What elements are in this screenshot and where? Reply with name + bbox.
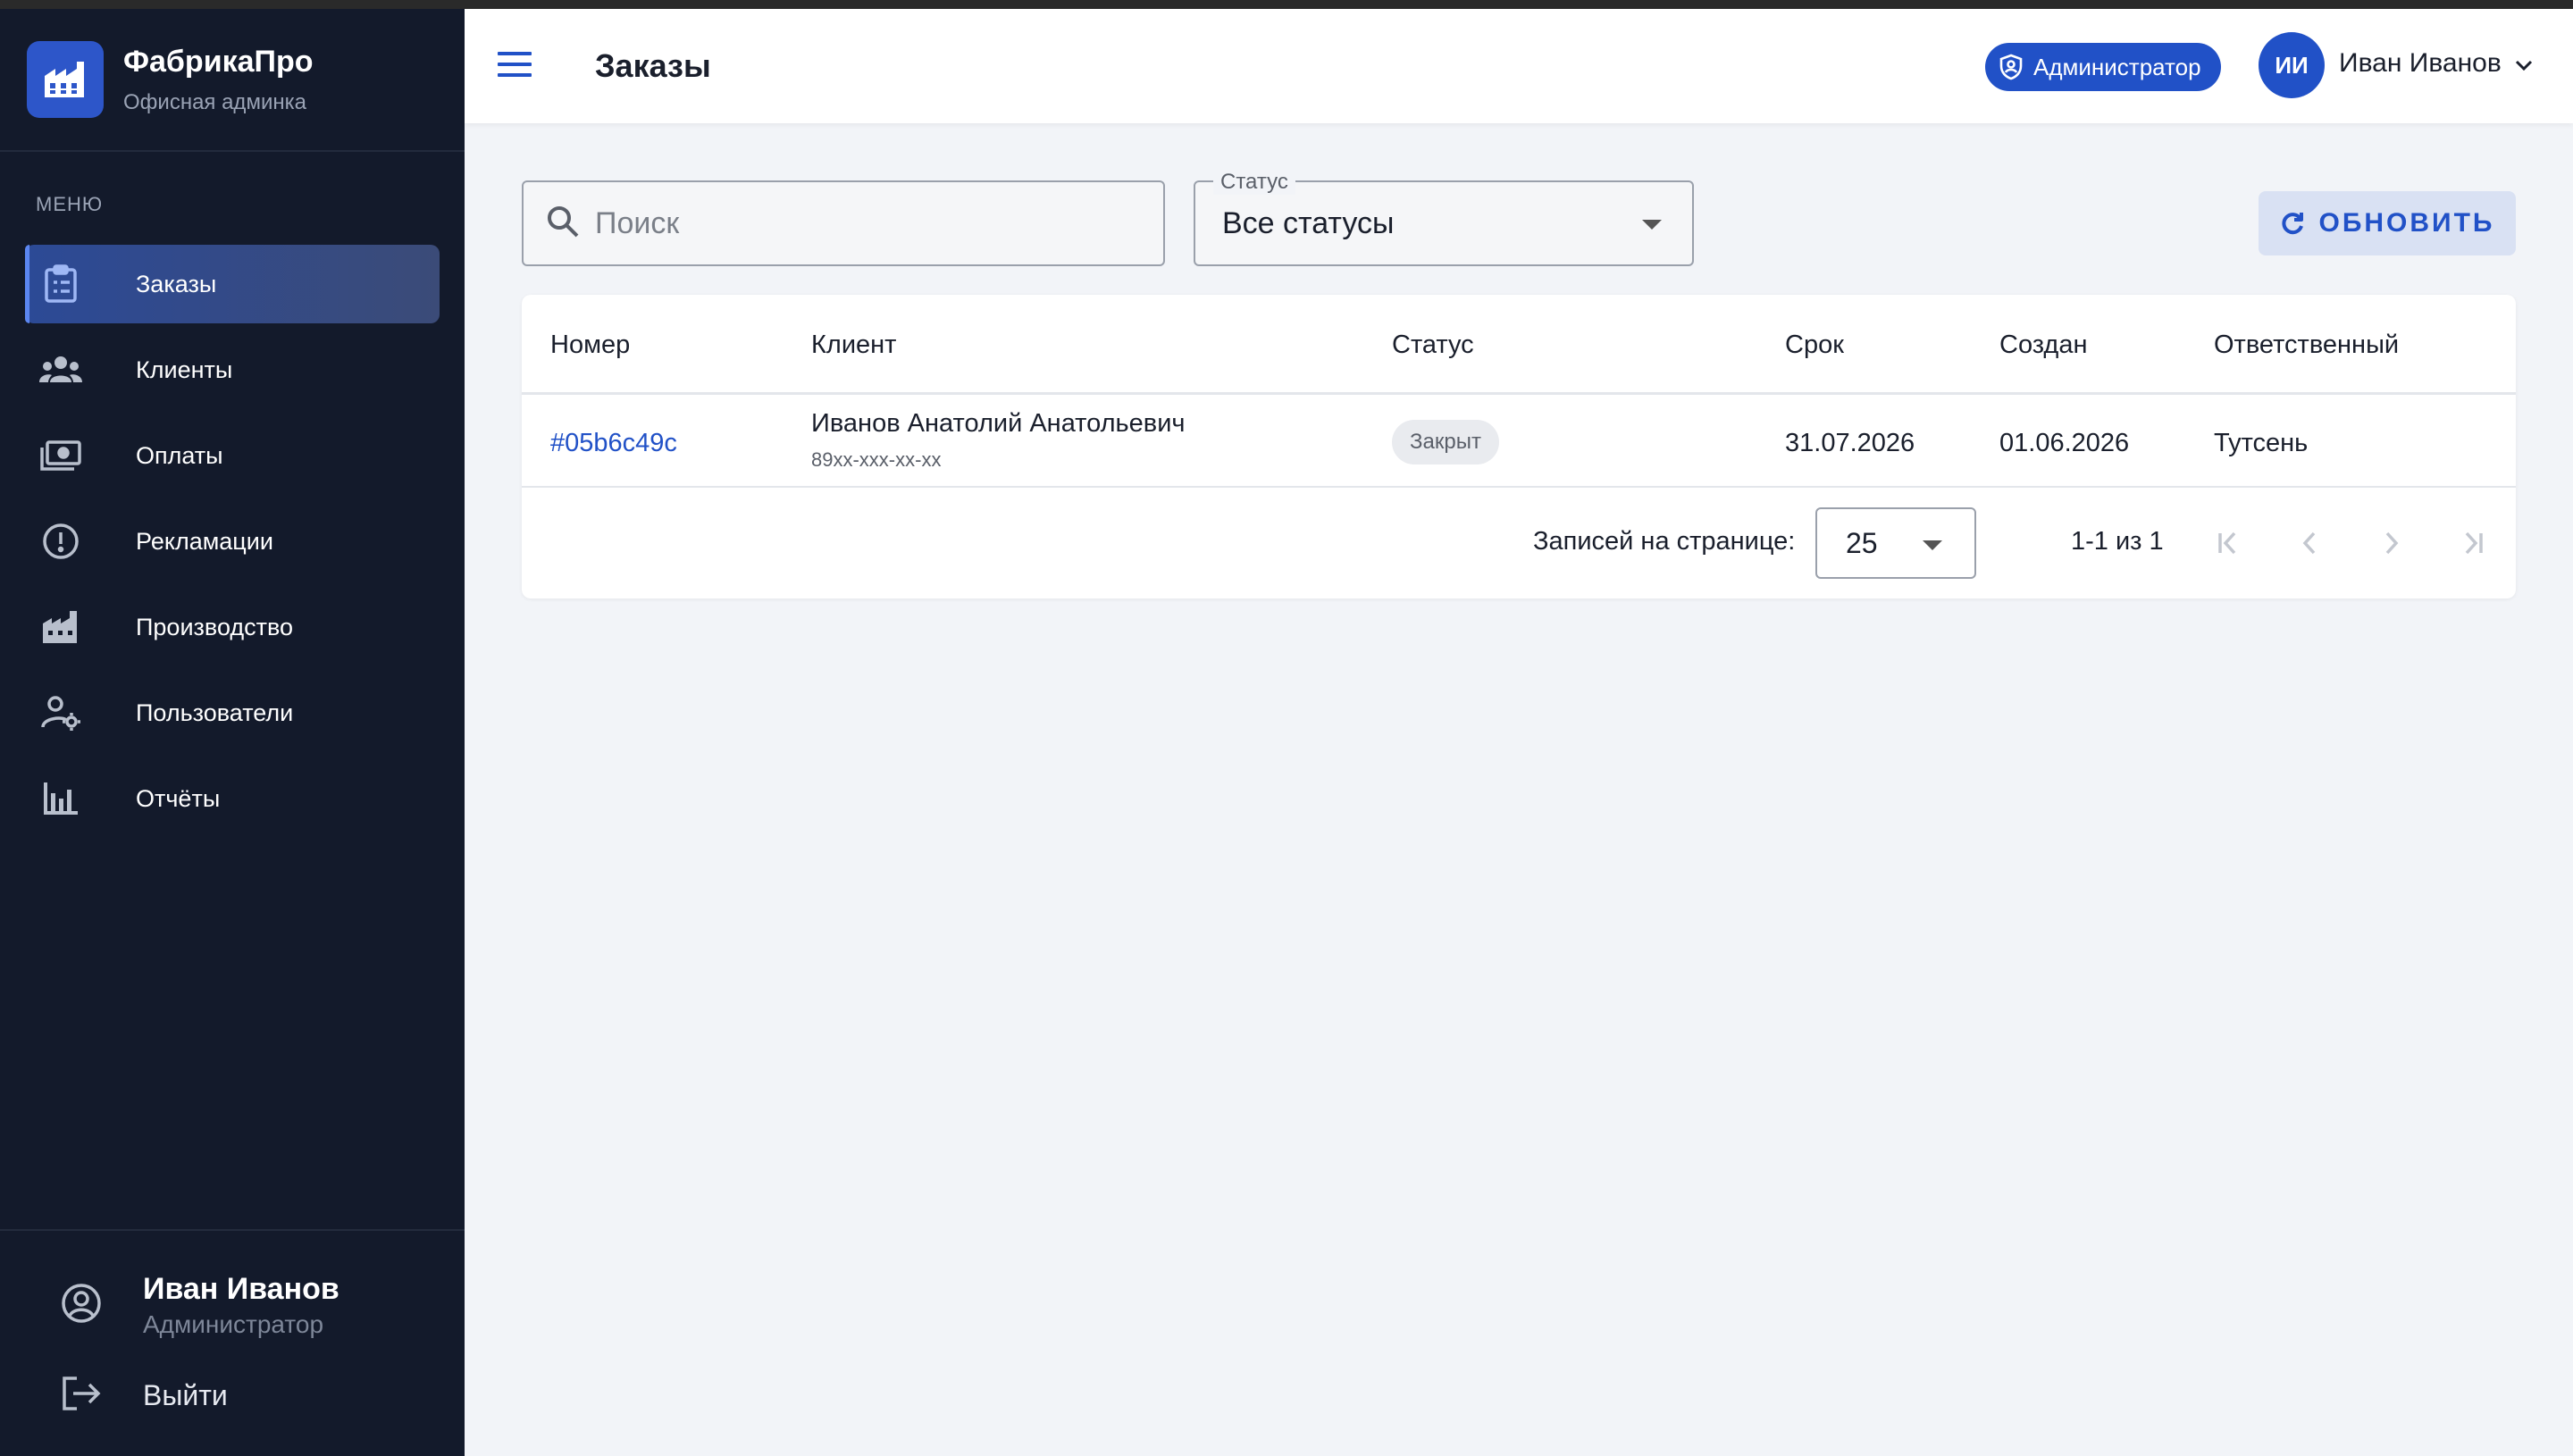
factory-icon xyxy=(27,41,104,118)
refresh-button[interactable]: ОБНОВИТЬ xyxy=(2259,191,2516,255)
sidebar-item-label: Отчёты xyxy=(136,784,221,812)
sidebar-item-claims[interactable]: Рекламации xyxy=(25,502,440,581)
sidebar-item-users[interactable]: Пользователи xyxy=(25,674,440,752)
sidebar: ФабрикаПро Офисная админка МЕНЮ Заказы К… xyxy=(0,9,465,1456)
user-settings-icon xyxy=(38,690,84,736)
search-input[interactable] xyxy=(595,205,1131,241)
logout-label: Выйти xyxy=(143,1379,228,1411)
rows-per-page-label: Записей на странице: xyxy=(1533,527,1796,556)
column-header-due[interactable]: Срок xyxy=(1785,331,1844,360)
sidebar-nav: Заказы Клиенты Оплаты Рекламации Произво… xyxy=(0,245,465,838)
sidebar-user-name: Иван Иванов xyxy=(143,1272,339,1306)
chevron-left-icon xyxy=(2302,531,2316,555)
brand[interactable]: ФабрикаПро Офисная админка xyxy=(0,9,465,152)
hamburger-icon xyxy=(498,51,532,81)
first-page-button[interactable] xyxy=(2207,522,2250,565)
last-page-icon xyxy=(2465,531,2483,555)
bar-chart-icon xyxy=(38,775,84,822)
table-header: Номер Клиент Статус Срок Создан Ответств… xyxy=(522,295,2516,395)
pagination: Записей на странице: 25 1-1 из 1 xyxy=(522,488,2516,595)
next-page-button[interactable] xyxy=(2369,522,2412,565)
sidebar-item-orders[interactable]: Заказы xyxy=(25,245,440,323)
due-date: 31.07.2026 xyxy=(1785,429,1915,457)
search-icon xyxy=(545,204,581,244)
sidebar-user-role: Администратор xyxy=(143,1310,324,1338)
status-filter-select[interactable]: Статус Все статусы xyxy=(1194,170,1694,266)
sidebar-item-label: Производство xyxy=(136,613,294,640)
brand-subtitle: Офисная админка xyxy=(123,89,306,114)
column-header-client[interactable]: Клиент xyxy=(811,331,896,360)
last-page-button[interactable] xyxy=(2451,522,2494,565)
alert-circle-icon xyxy=(38,518,84,565)
created-date: 01.06.2026 xyxy=(1999,429,2130,457)
user-menu-button[interactable]: Иван Иванов xyxy=(2339,48,2534,79)
sidebar-item-label: Клиенты xyxy=(136,356,233,383)
header-user-name: Иван Иванов xyxy=(2339,48,2502,78)
sidebar-user[interactable]: Иван Иванов Администратор xyxy=(0,1231,465,1339)
pagination-range: 1-1 из 1 xyxy=(2071,527,2164,556)
chevron-right-icon xyxy=(2385,531,2399,555)
column-header-assignee[interactable]: Ответственный xyxy=(2214,331,2399,360)
first-page-icon xyxy=(2218,531,2236,555)
menu-toggle-button[interactable] xyxy=(488,39,541,93)
logout-button[interactable]: Выйти xyxy=(0,1339,465,1417)
client-phone: 89xx-xxx-xx-xx xyxy=(811,448,942,471)
brand-name: ФабрикаПро xyxy=(123,44,314,79)
table-row[interactable]: #05b6c49c Иванов Анатолий Анатольевич 89… xyxy=(522,395,2516,488)
status-filter-label: Статус xyxy=(1213,170,1295,195)
column-header-created[interactable]: Создан xyxy=(1999,331,2087,360)
clipboard-list-icon xyxy=(38,261,84,307)
dropdown-arrow-icon xyxy=(1923,540,1942,550)
refresh-icon xyxy=(2282,213,2304,235)
sidebar-item-production[interactable]: Производство xyxy=(25,588,440,666)
dropdown-arrow-icon xyxy=(1642,220,1662,230)
window-top-strip xyxy=(0,0,2573,9)
rows-per-page-select[interactable]: 25 xyxy=(1815,507,1976,579)
previous-page-button[interactable] xyxy=(2289,522,2332,565)
sidebar-item-label: Оплаты xyxy=(136,441,223,469)
factory-icon xyxy=(38,604,84,650)
page-title: Заказы xyxy=(595,47,711,84)
search-field[interactable] xyxy=(522,180,1165,266)
chevron-down-icon xyxy=(2514,48,2534,79)
status-filter-value: Все статусы xyxy=(1222,205,1395,240)
assignee: Тутсень xyxy=(2214,429,2309,457)
client-name: Иванов Анатолий Анатольевич xyxy=(811,409,1186,438)
sidebar-item-label: Заказы xyxy=(136,270,217,297)
sidebar-item-clients[interactable]: Клиенты xyxy=(25,331,440,409)
menu-section-label: МЕНЮ xyxy=(36,193,104,215)
sidebar-footer: Иван Иванов Администратор Выйти xyxy=(0,1229,465,1456)
status-badge: Закрыт xyxy=(1392,420,1499,464)
role-badge: Администратор xyxy=(1985,43,2221,91)
column-header-status[interactable]: Статус xyxy=(1392,331,1474,360)
people-icon xyxy=(38,347,84,393)
role-badge-label: Администратор xyxy=(2033,53,2201,80)
rows-per-page-value: 25 xyxy=(1846,526,1878,559)
sidebar-item-payments[interactable]: Оплаты xyxy=(25,416,440,495)
shield-user-icon xyxy=(1999,54,2023,80)
top-app-bar: Заказы Администратор ИИ Иван Иванов xyxy=(465,9,2573,123)
payments-icon xyxy=(38,432,84,479)
order-number-link[interactable]: #05b6c49c xyxy=(550,429,677,458)
column-header-number[interactable]: Номер xyxy=(550,331,630,360)
sidebar-item-label: Пользователи xyxy=(136,699,294,726)
sidebar-item-label: Рекламации xyxy=(136,527,273,555)
sidebar-item-reports[interactable]: Отчёты xyxy=(25,759,440,838)
refresh-label: ОБНОВИТЬ xyxy=(2318,208,2495,238)
avatar[interactable]: ИИ xyxy=(2259,32,2325,98)
logout-icon xyxy=(61,1375,102,1417)
orders-table-card: Номер Клиент Статус Срок Создан Ответств… xyxy=(522,295,2516,598)
account-circle-icon xyxy=(61,1283,102,1328)
